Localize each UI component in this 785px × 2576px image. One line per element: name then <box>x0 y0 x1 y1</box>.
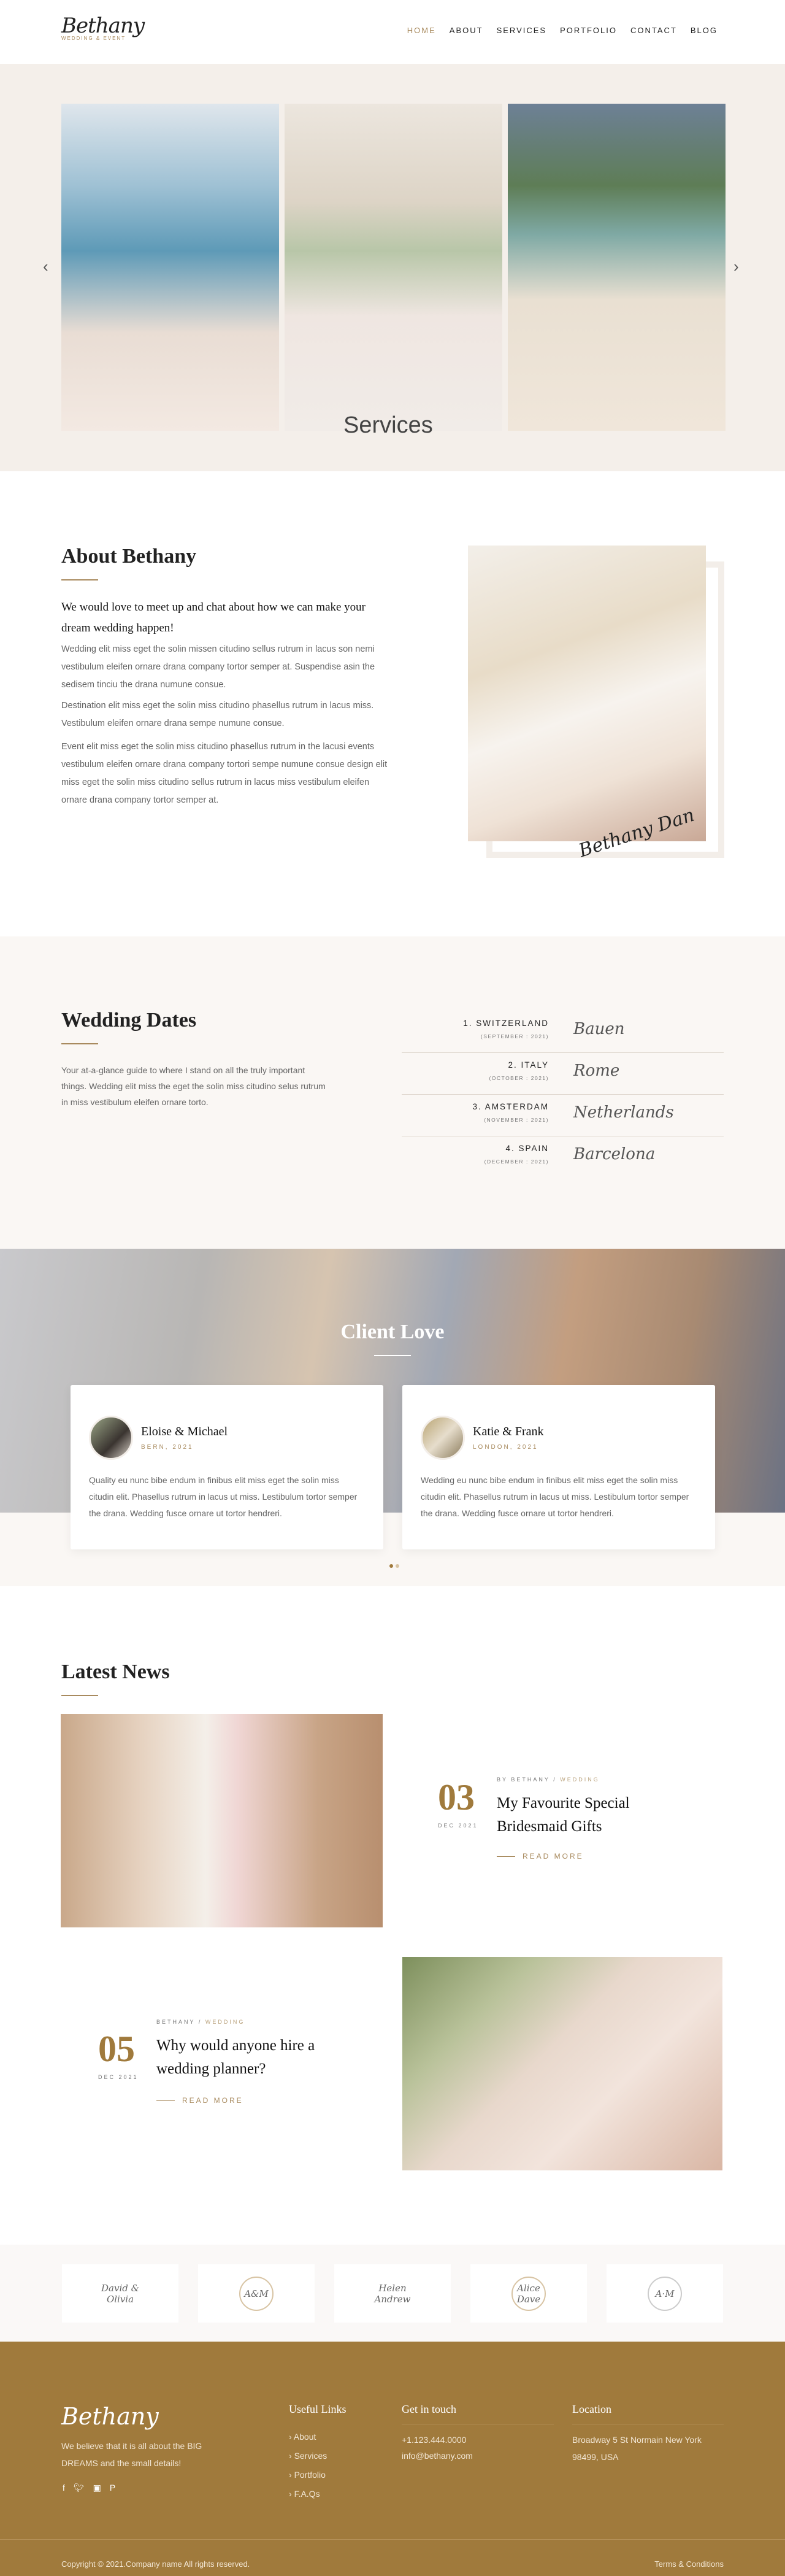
read-more-link[interactable]: READ MORE <box>497 1852 584 1861</box>
nav-blog[interactable]: BLOG <box>691 26 718 35</box>
news-date: 03 DEC 2021 <box>438 1777 478 1829</box>
instagram-icon[interactable]: ▣ <box>93 2483 101 2493</box>
title-divider <box>61 579 98 580</box>
client-love-title: Client Love <box>340 1321 445 1343</box>
news-meta: BY BETHANY / WEDDING <box>497 1776 600 1783</box>
email[interactable]: info@bethany.com <box>402 2447 473 2464</box>
news-title: Latest News <box>61 1660 170 1683</box>
footer-links: › About › Services › Portfolio › F.A.Qs <box>289 2428 327 2504</box>
slide-image-bride-beach <box>508 104 726 431</box>
nav-services[interactable]: SERVICES <box>497 26 547 35</box>
phone[interactable]: +1.123.444.0000 <box>402 2431 467 2448</box>
date-item: 4. SPAIN (DECEMBER : 2021) Barcelona <box>484 1144 656 1165</box>
nav-home[interactable]: HOME <box>407 26 436 35</box>
slide-image-bride-lake <box>61 104 279 431</box>
title-divider <box>374 1355 411 1356</box>
pinterest-icon[interactable]: P <box>110 2483 115 2493</box>
address: Broadway 5 St Normain New York 98499, US… <box>572 2435 702 2462</box>
client-logo: Alice Dave <box>470 2264 587 2323</box>
line-icon <box>497 1856 515 1857</box>
main-nav: HOME ABOUT SERVICES PORTFOLIO CONTACT BL… <box>407 26 718 35</box>
about-paragraph: Destination elit miss eget the solin mis… <box>61 701 374 728</box>
links-title: Useful Links <box>289 2403 347 2415</box>
wedding-dates-section: Wedding Dates Your at-a-glance guide to … <box>0 936 785 1249</box>
twitter-icon[interactable]: 🐦︎ <box>74 2483 85 2493</box>
services-script-label: Services <box>343 412 433 438</box>
read-more-link[interactable]: READ MORE <box>156 2096 243 2105</box>
logo[interactable]: Bethany WEDDING & EVENT <box>61 13 145 41</box>
news-meta: BETHANY / WEDDING <box>156 2019 245 2025</box>
chevron-right-icon[interactable]: › <box>733 257 739 276</box>
social-links: f 🐦︎ ▣ P <box>63 2483 115 2493</box>
facebook-icon[interactable]: f <box>63 2483 65 2493</box>
news-image-dress[interactable] <box>402 1957 722 2170</box>
footer-tagline: We believe that it is all about the BIG … <box>61 2441 202 2468</box>
about-paragraph: Wedding elit miss eget the solin missen … <box>61 644 375 690</box>
footer-link-faqs[interactable]: › F.A.Qs <box>289 2485 327 2504</box>
contact-title: Get in touch <box>402 2403 456 2415</box>
nav-about[interactable]: ABOUT <box>450 26 483 35</box>
location-title: Location <box>572 2403 611 2415</box>
site-header: Bethany WEDDING & EVENT HOME ABOUT SERVI… <box>0 0 785 64</box>
footer-link-services[interactable]: › Services <box>289 2447 327 2466</box>
footer-logo[interactable]: Bethany <box>61 2403 159 2430</box>
hero-slider: ‹ › Services <box>0 64 785 471</box>
carousel-dot-active[interactable] <box>389 1564 393 1568</box>
footer-link-about[interactable]: › About <box>289 2428 327 2447</box>
about-photo <box>468 546 706 841</box>
news-image-bridesmaids[interactable] <box>61 1714 383 1927</box>
slide-image-table <box>285 104 502 431</box>
testimonial-card: Katie & Frank LONDON, 2021 Wedding eu nu… <box>402 1385 715 1549</box>
nav-portfolio[interactable]: PORTFOLIO <box>560 26 617 35</box>
news-post-title[interactable]: My Favourite Special Bridesmaid Gifts <box>497 1792 668 1838</box>
date-item: 3. AMSTERDAM (NOVEMBER : 2021) Netherlands <box>402 1095 724 1136</box>
chevron-left-icon[interactable]: ‹ <box>43 257 48 276</box>
divider <box>0 2539 785 2540</box>
client-logo: David & Olivia <box>62 2264 178 2323</box>
footer-link-portfolio[interactable]: › Portfolio <box>289 2466 327 2485</box>
title-divider <box>61 1695 98 1696</box>
client-logo: A&M <box>198 2264 315 2323</box>
about-title: About Bethany <box>61 545 197 568</box>
carousel-dot[interactable] <box>396 1564 399 1568</box>
news-post-title[interactable]: Why would anyone hire a wedding planner? <box>156 2034 340 2081</box>
avatar <box>421 1416 465 1460</box>
date-item: 2. ITALY (OCTOBER : 2021) Rome <box>402 1053 724 1095</box>
about-lead: We would love to meet up and chat about … <box>61 601 366 634</box>
terms-link[interactable]: Terms & Conditions <box>654 2559 724 2569</box>
nav-contact[interactable]: CONTACT <box>630 26 677 35</box>
avatar <box>89 1416 133 1460</box>
client-logo: A·M <box>607 2264 723 2323</box>
news-date: 05 DEC 2021 <box>98 2029 139 2080</box>
date-item: 1. SWITZERLAND (SEPTEMBER : 2021) Bauen <box>402 1011 724 1053</box>
line-icon <box>156 2100 175 2101</box>
client-logo: Helen Andrew <box>334 2264 451 2323</box>
about-paragraph: Event elit miss eget the solin miss citu… <box>61 742 388 805</box>
copyright: Copyright © 2021.Company name All rights… <box>61 2559 250 2569</box>
site-footer: Bethany We believe that it is all about … <box>0 2342 785 2576</box>
testimonial-card: Eloise & Michael BERN, 2021 Quality eu n… <box>71 1385 383 1549</box>
